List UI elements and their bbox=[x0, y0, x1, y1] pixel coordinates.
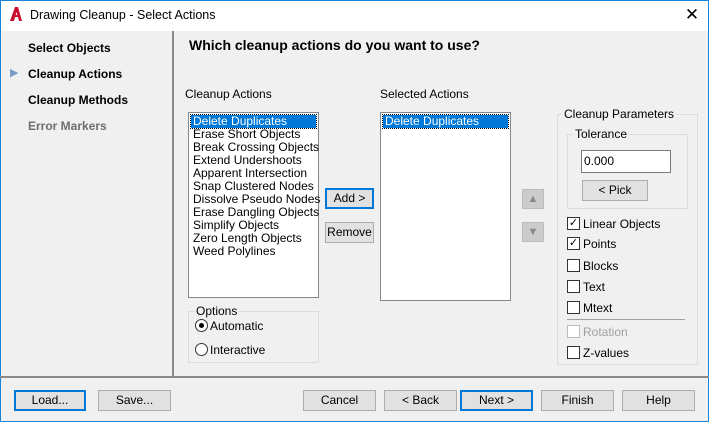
list-item[interactable]: Delete Duplicates bbox=[382, 114, 509, 129]
close-icon[interactable]: ✕ bbox=[682, 5, 702, 25]
rotation-label: Rotation bbox=[583, 325, 628, 339]
interactive-label[interactable]: Interactive bbox=[210, 343, 265, 357]
checkbox-blocks[interactable] bbox=[567, 259, 580, 272]
checkbox-label[interactable]: Points bbox=[583, 237, 616, 251]
nav-item-cleanup-actions[interactable]: Cleanup Actions bbox=[28, 67, 122, 81]
list-item[interactable]: Weed Polylines bbox=[191, 245, 316, 258]
cancel-button[interactable]: Cancel bbox=[303, 390, 376, 411]
finish-button[interactable]: Finish bbox=[541, 390, 614, 411]
z-values-label[interactable]: Z-values bbox=[583, 346, 629, 360]
help-button[interactable]: Help bbox=[622, 390, 695, 411]
rotation-checkbox bbox=[567, 325, 580, 338]
remove-button[interactable]: Remove bbox=[325, 222, 374, 243]
move-up-button[interactable]: ▲ bbox=[522, 189, 544, 209]
z-values-checkbox[interactable] bbox=[567, 346, 580, 359]
pick-button[interactable]: < Pick bbox=[582, 180, 648, 201]
checkbox-points[interactable]: ✓ bbox=[567, 237, 580, 250]
options-label: Options bbox=[194, 304, 240, 318]
move-down-button[interactable]: ▼ bbox=[522, 222, 544, 242]
panel-divider bbox=[172, 31, 174, 376]
autocad-logo-icon bbox=[10, 7, 22, 21]
cleanup-actions-label: Cleanup Actions bbox=[185, 87, 272, 101]
parameters-separator bbox=[567, 319, 685, 320]
window-title: Drawing Cleanup - Select Actions bbox=[30, 8, 216, 22]
tolerance-input[interactable]: 0.000 bbox=[581, 150, 671, 173]
footer-separator bbox=[0, 376, 709, 378]
cleanup-parameters-label: Cleanup Parameters bbox=[562, 107, 677, 121]
add-button[interactable]: Add > bbox=[325, 188, 374, 209]
load-button[interactable]: Load... bbox=[14, 390, 86, 411]
automatic-radio[interactable] bbox=[195, 319, 208, 332]
checkbox-label[interactable]: Mtext bbox=[583, 301, 612, 315]
checkbox-label[interactable]: Linear Objects bbox=[583, 217, 660, 231]
tolerance-label: Tolerance bbox=[573, 127, 630, 141]
cleanup-actions-list[interactable]: Delete Duplicates Erase Short Objects Brea… bbox=[188, 112, 320, 298]
selected-actions-list[interactable]: Delete Duplicates bbox=[380, 112, 511, 301]
automatic-label[interactable]: Automatic bbox=[210, 319, 263, 333]
back-button[interactable]: < Back bbox=[384, 390, 457, 411]
checkbox-label[interactable]: Blocks bbox=[583, 259, 618, 273]
nav-item-error-markers: Error Markers bbox=[28, 119, 107, 133]
selected-actions-label: Selected Actions bbox=[380, 87, 469, 101]
next-button[interactable]: Next > bbox=[460, 390, 533, 411]
nav-item-cleanup-methods[interactable]: Cleanup Methods bbox=[28, 93, 128, 107]
nav-item-select-objects[interactable]: Select Objects bbox=[28, 41, 111, 55]
current-step-arrow-icon: ▶ bbox=[10, 67, 19, 79]
checkbox-linear-objects[interactable]: ✓ bbox=[567, 217, 580, 230]
interactive-radio[interactable] bbox=[195, 343, 208, 356]
checkbox-text[interactable] bbox=[567, 280, 580, 293]
page-heading: Which cleanup actions do you want to use… bbox=[189, 37, 480, 53]
checkbox-mtext[interactable] bbox=[567, 301, 580, 314]
add-label: Add > bbox=[333, 191, 366, 205]
save-button[interactable]: Save... bbox=[98, 390, 171, 411]
checkbox-label[interactable]: Text bbox=[583, 280, 605, 294]
